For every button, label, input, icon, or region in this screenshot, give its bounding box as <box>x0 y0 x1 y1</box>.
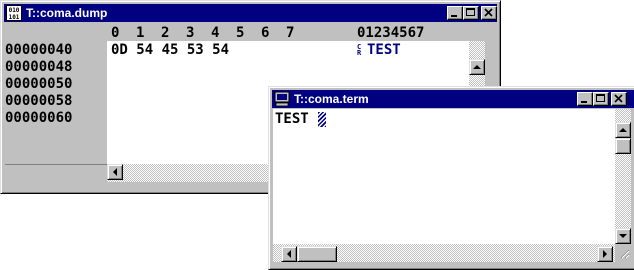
arrow-right-icon <box>603 250 607 258</box>
address-column: 00000040 00000048 00000050 00000058 0000… <box>5 42 107 164</box>
binary-file-icon: 010 101 <box>6 5 22 21</box>
dump-scroll-left-button[interactable] <box>107 164 123 180</box>
term-scroll-down-button[interactable] <box>615 228 631 244</box>
close-button[interactable] <box>611 92 627 106</box>
maximize-button[interactable] <box>463 6 479 20</box>
address-cell: 00000050 <box>5 76 73 92</box>
term-scroll-right-button[interactable] <box>597 246 613 262</box>
maximize-icon <box>466 8 475 16</box>
dump-bottom-left-gap <box>5 164 107 182</box>
minimize-icon <box>451 15 457 17</box>
address-cell: 00000048 <box>5 59 73 75</box>
arrow-up-icon <box>619 128 627 132</box>
dump-title-bar[interactable]: 010 101 T::coma.dump <box>4 4 497 22</box>
minimize-icon <box>581 101 587 103</box>
terminal-text: TEST <box>275 111 309 127</box>
term-scroll-thumb-horizontal[interactable] <box>297 246 337 262</box>
terminal-icon <box>274 91 290 107</box>
column-header-6: 6 <box>261 25 270 41</box>
minimize-button[interactable] <box>577 92 593 106</box>
arrow-up-icon <box>473 65 481 69</box>
term-title-bar[interactable]: T::coma.term <box>272 90 634 108</box>
address-cell: 00000058 <box>5 93 73 109</box>
close-icon <box>484 8 493 17</box>
ascii-control-char: CR <box>357 43 362 57</box>
dump-window-title: T::coma.dump <box>26 6 108 20</box>
dump-scroll-up-button[interactable] <box>469 59 485 75</box>
svg-text:101: 101 <box>9 14 20 21</box>
column-header-5: 5 <box>236 25 245 41</box>
close-button[interactable] <box>481 6 497 20</box>
maximize-button[interactable] <box>593 92 609 106</box>
address-cell: 00000040 <box>5 42 73 58</box>
resize-grip[interactable] <box>615 244 631 262</box>
column-header-4: 4 <box>211 25 220 41</box>
arrow-left-icon <box>287 250 291 258</box>
maximize-icon <box>596 94 605 102</box>
term-scroll-left-button[interactable] <box>281 246 297 262</box>
close-icon <box>614 94 623 103</box>
resize-grip-icon <box>620 249 630 259</box>
column-header-0: 0 <box>111 25 120 41</box>
hex-bytes: 0D 54 45 53 54 <box>111 42 230 58</box>
column-header-7: 7 <box>286 25 295 41</box>
arrow-down-icon <box>619 234 627 238</box>
term-window[interactable]: T::coma.term TEST <box>268 86 634 270</box>
address-cell: 00000060 <box>5 110 73 126</box>
terminal-cursor <box>318 112 326 127</box>
term-window-title: T::coma.term <box>294 92 369 106</box>
arrow-left-icon <box>113 168 117 176</box>
term-scroll-thumb[interactable] <box>615 138 631 154</box>
ascii-text: TEST <box>367 42 401 58</box>
svg-text:010: 010 <box>9 7 20 14</box>
terminal-output[interactable]: TEST <box>273 109 615 244</box>
column-header-3: 3 <box>186 25 195 41</box>
term-scroll-up-button[interactable] <box>615 122 631 138</box>
column-header-1: 1 <box>136 25 145 41</box>
ascii-column-header: 01234567 <box>357 25 425 41</box>
minimize-button[interactable] <box>447 6 463 20</box>
column-header-2: 2 <box>161 25 170 41</box>
